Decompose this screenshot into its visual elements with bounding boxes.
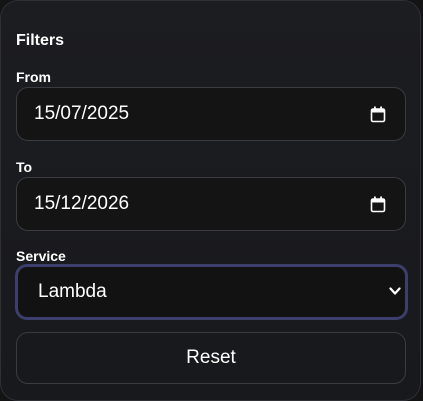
to-date-value: 15/12/2026 (34, 193, 130, 214)
service-label: Service (16, 248, 66, 264)
chevron-down-icon (389, 287, 401, 295)
reset-button[interactable]: Reset (16, 332, 406, 384)
from-label: From (16, 69, 51, 85)
calendar-icon[interactable] (370, 196, 386, 213)
to-date-input[interactable]: 15/12/2026 (16, 177, 406, 231)
from-date-input[interactable]: 15/07/2025 (16, 87, 406, 141)
service-select[interactable]: Lambda (15, 264, 408, 320)
service-select-value: Lambda (38, 281, 107, 302)
from-date-value: 15/07/2025 (34, 103, 130, 124)
filters-title: Filters (16, 32, 65, 49)
filters-panel: Filters From 15/07/2025 To 15/12/2026 Se… (0, 0, 421, 401)
to-label: To (16, 159, 33, 175)
calendar-icon[interactable] (370, 106, 386, 123)
